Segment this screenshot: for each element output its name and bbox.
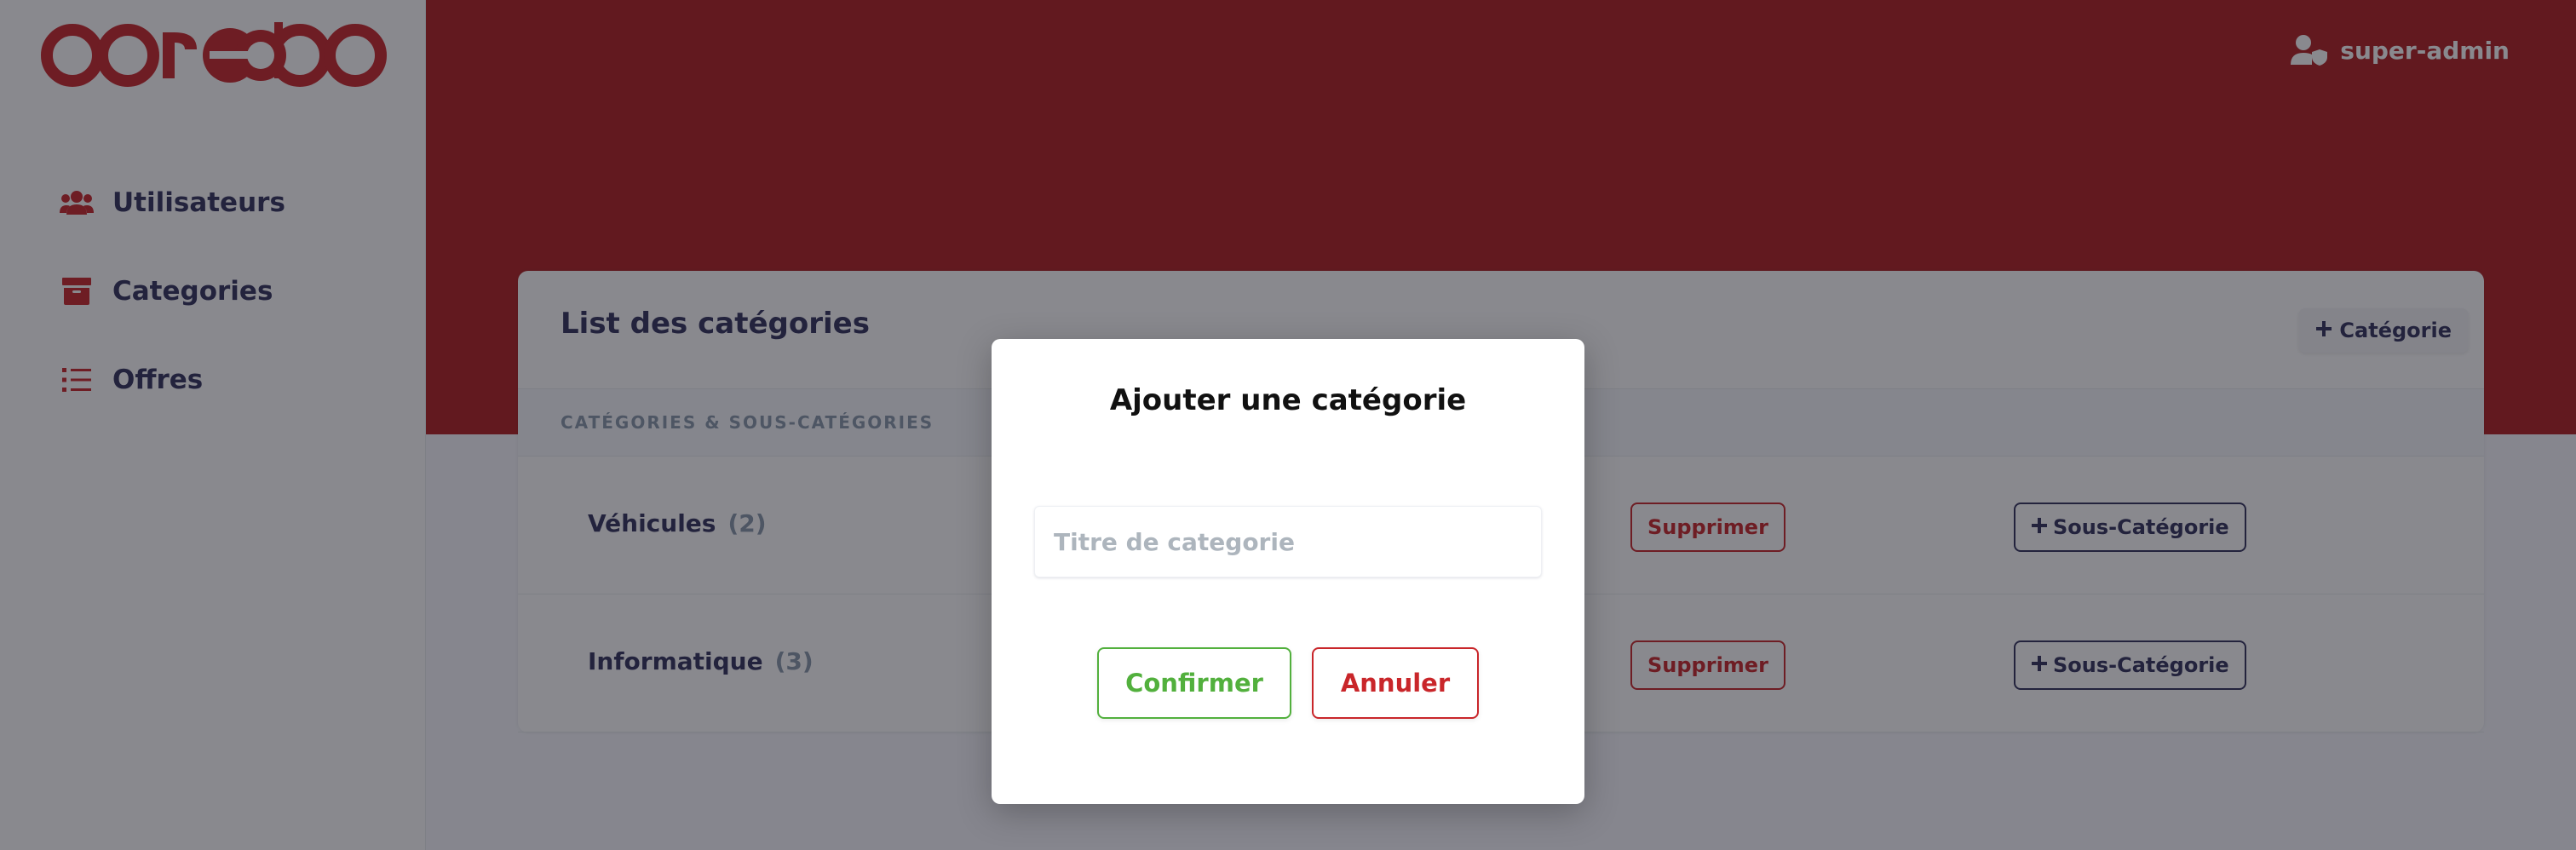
app-root: Utilisateurs Categories	[0, 0, 2576, 850]
add-category-modal: Ajouter une catégorie Confirmer Annuler	[992, 339, 1584, 804]
modal-title: Ajouter une catégorie	[1109, 383, 1467, 417]
confirm-button[interactable]: Confirmer	[1097, 647, 1291, 719]
cancel-button[interactable]: Annuler	[1312, 647, 1479, 719]
category-title-input[interactable]	[1034, 506, 1542, 577]
